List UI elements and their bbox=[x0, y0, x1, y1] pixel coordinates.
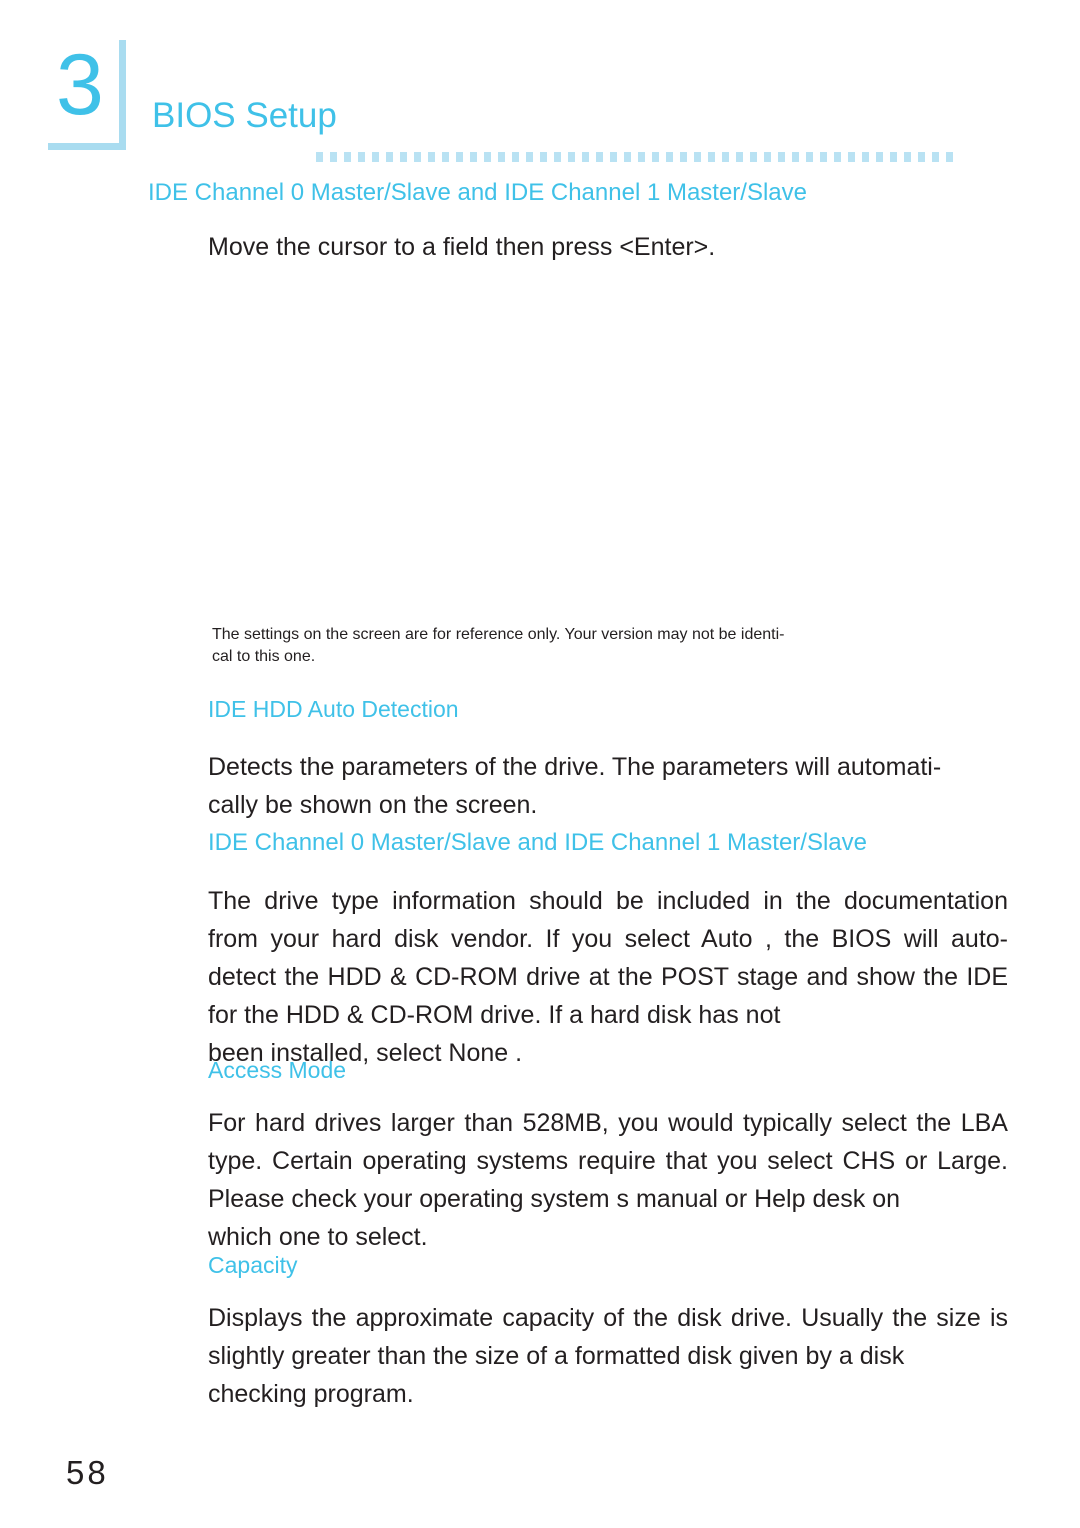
body-line: Detects the parameters of the drive. The… bbox=[208, 753, 942, 781]
body-line: which one to select. bbox=[208, 1223, 428, 1251]
reference-note-line-2: cal to this one. bbox=[212, 648, 316, 665]
bios-screen-figure bbox=[150, 280, 950, 610]
chapter-title: BIOS Setup bbox=[152, 96, 337, 135]
section-heading-ide-hdd-auto-detection: IDE HDD Auto Detection bbox=[208, 696, 459, 722]
section-body-ide-channel-top: Move the cursor to a field then press <E… bbox=[208, 233, 716, 261]
section-heading-ide-channel-mid: IDE Channel 0 Master/Slave and IDE Chann… bbox=[208, 829, 868, 856]
header-dotted-rule-icon bbox=[316, 152, 956, 162]
chapter-number: 3 bbox=[56, 37, 104, 133]
body-line: Displays the approximate capacity of the… bbox=[208, 1304, 981, 1332]
section-heading-ide-channel-top: IDE Channel 0 Master/Slave and IDE Chann… bbox=[148, 179, 808, 206]
section-body-ide-channel-mid: The drive type information should be inc… bbox=[208, 882, 1008, 1072]
section-body-access-mode: For hard drives larger than 528MB, you w… bbox=[208, 1104, 1008, 1256]
body-line: from your hard disk vendor. If you selec… bbox=[208, 925, 1008, 953]
reference-note: The settings on the screen are for refer… bbox=[212, 624, 1002, 668]
body-line: checking program. bbox=[208, 1380, 414, 1408]
chapter-badge: 3 bbox=[48, 37, 126, 150]
section-heading-capacity: Capacity bbox=[208, 1252, 298, 1278]
body-line: cally be shown on the screen. bbox=[208, 791, 538, 819]
section-body-capacity: Displays the approximate capacity of the… bbox=[208, 1299, 1008, 1413]
section-body-ide-hdd-auto-detection: Detects the parameters of the drive. The… bbox=[208, 748, 1008, 824]
body-line: detect the HDD & CD-ROM drive at the POS… bbox=[208, 963, 915, 991]
section-heading-access-mode: Access Mode bbox=[208, 1057, 347, 1083]
page-number: 58 bbox=[66, 1454, 109, 1491]
reference-note-line-1: The settings on the screen are for refer… bbox=[212, 626, 785, 643]
body-line: The drive type information should be inc… bbox=[208, 887, 1008, 915]
chapter-header: 3 BIOS Setup bbox=[48, 37, 1038, 162]
body-line: For hard drives larger than 528MB, you w… bbox=[208, 1109, 952, 1137]
